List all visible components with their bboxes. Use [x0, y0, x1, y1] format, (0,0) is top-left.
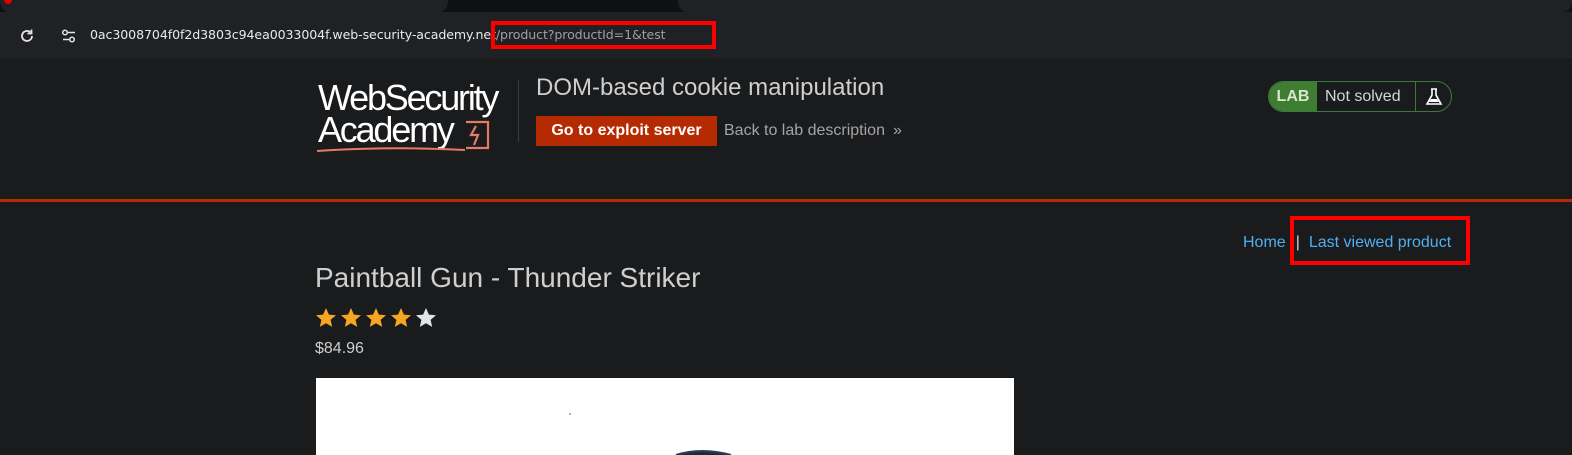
star-filled-icon: [341, 308, 361, 327]
back-link-label: Back to lab description: [724, 122, 885, 139]
url-host: 0ac3008704f0f2d3803c94ea0033004f.web-sec…: [90, 27, 484, 42]
address-bar[interactable]: 0ac3008704f0f2d3803c94ea0033004f.web-sec…: [0, 12, 1572, 58]
lab-status-text: Not solved: [1325, 88, 1401, 105]
home-link[interactable]: Home: [1243, 234, 1286, 251]
highlight-box-last-viewed: [1290, 216, 1470, 265]
star-filled-icon: [391, 308, 411, 327]
paintball-gun-image: [569, 413, 732, 455]
highlight-box-url: [491, 21, 716, 49]
lab-badge-divider: [1415, 82, 1416, 111]
tune-icon[interactable]: [59, 26, 79, 46]
product-title: Paintball Gun - Thunder Striker: [315, 262, 701, 293]
lab-label: LAB: [1269, 82, 1317, 111]
double-chevron-icon: »: [892, 122, 902, 139]
page-content: WebSecurity Academy DOM-based cookie man…: [0, 58, 1572, 455]
browser-tab-active[interactable]: [678, 0, 1572, 12]
header-separator: [0, 199, 1572, 202]
flask-icon: [1423, 86, 1445, 108]
browser-tab[interactable]: [0, 0, 448, 12]
header-divider: [518, 80, 519, 142]
lab-status-badge: LAB Not solved: [1268, 81, 1452, 112]
go-to-exploit-server-button[interactable]: Go to exploit server: [536, 116, 717, 146]
tab-strip: [0, 0, 1572, 12]
logo-underline-icon: [316, 147, 466, 152]
product-image: [316, 378, 1014, 455]
product-price: $84.96: [315, 340, 364, 357]
back-to-lab-description-link[interactable]: Back to lab description »: [724, 122, 902, 140]
logo-line-2: Academy: [318, 109, 455, 150]
web-security-academy-logo[interactable]: WebSecurity Academy: [316, 80, 516, 152]
star-filled-icon: [316, 308, 336, 327]
reload-icon[interactable]: [17, 26, 37, 46]
rating-stars: [314, 306, 439, 330]
star-empty-icon: [416, 308, 436, 327]
lab-title: DOM-based cookie manipulation: [536, 74, 885, 101]
star-filled-icon: [366, 308, 386, 327]
